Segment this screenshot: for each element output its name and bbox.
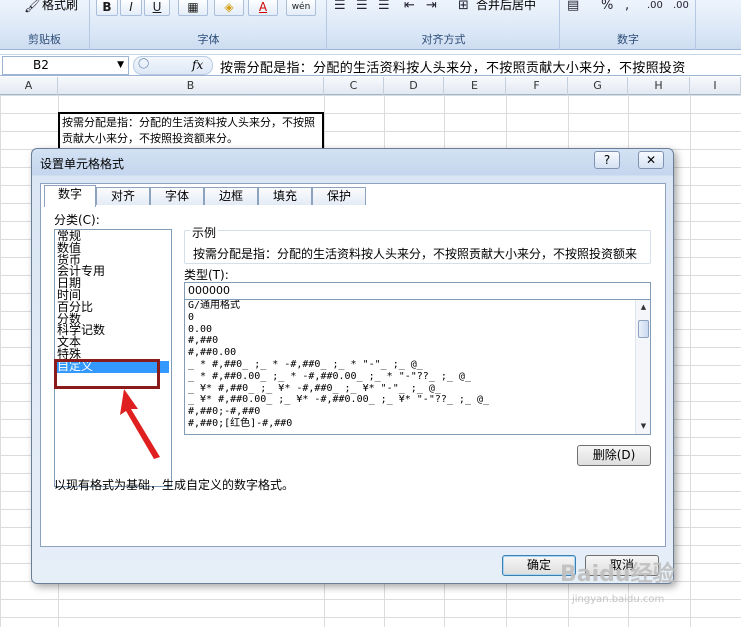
format-item[interactable]: #,##0;[红色]-#,##0: [185, 418, 650, 430]
column-header-c[interactable]: C: [324, 77, 384, 95]
scroll-thumb[interactable]: [638, 320, 649, 338]
bold-button[interactable]: B: [96, 0, 118, 16]
format-item[interactable]: 0: [185, 312, 650, 324]
cell-b2[interactable]: 按需分配是指：分配的生活资料按人头来分，不按照贡献大小来分，不按照投资额来分。: [58, 112, 324, 150]
clipboard-group: 🖌 格式刷 剪贴板: [0, 0, 90, 50]
format-cells-dialog: 设置单元格格式 ? ✕ 数字 对齐 字体 边框 填充 保护 分类(C): 常规 …: [31, 148, 674, 584]
name-box[interactable]: B2 ▼: [2, 56, 129, 75]
decrease-indent-icon[interactable]: ⇤: [404, 0, 415, 15]
tab-protection[interactable]: 保护: [312, 187, 366, 205]
font-group: B I U ▦ ◈ A wén 字体: [91, 0, 327, 50]
increase-indent-icon[interactable]: ⇥: [426, 0, 437, 15]
format-item[interactable]: #,##0: [185, 335, 650, 347]
currency-icon[interactable]: ▤: [567, 0, 579, 15]
close-icon: ✕: [645, 153, 657, 167]
tab-fill[interactable]: 填充: [258, 187, 312, 205]
scroll-down-icon[interactable]: ▼: [637, 420, 650, 433]
percent-button[interactable]: %: [601, 0, 613, 15]
align-left-icon[interactable]: ☰: [334, 0, 346, 15]
type-label: 类型(T):: [184, 268, 229, 282]
phonetic-icon: wén: [291, 2, 311, 12]
column-header-g[interactable]: G: [568, 77, 628, 95]
column-header-a[interactable]: A: [0, 77, 58, 95]
tab-number[interactable]: 数字: [44, 185, 96, 207]
scroll-up-icon[interactable]: ▲: [637, 301, 650, 314]
column-header-h[interactable]: H: [628, 77, 690, 95]
italic-button[interactable]: I: [120, 0, 142, 16]
decrease-decimal-button[interactable]: .00: [673, 0, 689, 15]
type-input[interactable]: 000000: [184, 282, 651, 300]
description-text: 以现有格式为基础，生成自定义的数字格式。: [54, 478, 295, 492]
column-header-e[interactable]: E: [444, 77, 506, 95]
format-code-list[interactable]: G/通用格式 0 0.00 #,##0 #,##0.00 _ * #,##0_ …: [184, 299, 651, 435]
formula-controls: ◯ fx: [133, 56, 213, 75]
column-header-b[interactable]: B: [58, 77, 324, 95]
merge-center-button[interactable]: 合并后居中: [476, 0, 536, 12]
borders-icon: ▦: [187, 0, 199, 14]
align-center-icon[interactable]: ☰: [356, 0, 368, 15]
watermark-brand: Baidu经验: [560, 562, 675, 587]
close-button[interactable]: ✕: [638, 151, 664, 169]
format-item[interactable]: #,##0;-#,##0: [185, 406, 650, 418]
tab-font[interactable]: 字体: [150, 187, 204, 205]
watermark: Baidu经验 jingyan.baidu.com: [560, 556, 720, 616]
tab-alignment[interactable]: 对齐: [96, 187, 150, 205]
column-header-i[interactable]: I: [690, 77, 741, 95]
category-label: 分类(C):: [54, 213, 100, 227]
column-headers: A B C D E F G H I: [0, 77, 741, 95]
column-header-f[interactable]: F: [506, 77, 568, 95]
format-item[interactable]: _ * #,##0_ ;_ * -#,##0_ ;_ * "-"_ ;_ @_: [185, 359, 650, 371]
increase-decimal-button[interactable]: .00: [647, 0, 663, 15]
sample-text: 按需分配是指：分配的生活资料按人头来分，不按照贡献大小来分，不按照投资额来: [193, 247, 638, 261]
merge-center-icon: ⊞: [458, 0, 469, 13]
help-icon: ?: [603, 153, 611, 167]
splitter-icon[interactable]: ◯: [138, 58, 149, 69]
delete-button[interactable]: 删除(D): [577, 445, 651, 466]
fill-color-button[interactable]: ◈: [214, 0, 244, 16]
format-item[interactable]: G/通用格式: [185, 300, 650, 312]
sample-legend: 示例: [190, 224, 219, 241]
format-item[interactable]: #,##0.00: [185, 347, 650, 359]
annotation-highlight-box: [54, 359, 160, 389]
format-painter-icon: 🖌: [24, 0, 41, 14]
clipboard-group-label: 剪贴板: [28, 33, 61, 46]
comma-button[interactable]: ,: [625, 0, 629, 15]
tab-border[interactable]: 边框: [204, 187, 258, 205]
format-painter-button[interactable]: 格式刷: [42, 0, 78, 12]
insert-function-button[interactable]: fx: [192, 58, 203, 72]
borders-button[interactable]: ▦: [178, 0, 208, 16]
alignment-group-label: 对齐方式: [421, 33, 466, 46]
chevron-down-icon[interactable]: ▼: [117, 57, 124, 74]
format-item[interactable]: _ ¥* #,##0_ ;_ ¥* -#,##0_ ;_ ¥* "-"_ ;_ …: [185, 383, 650, 395]
font-group-label: 字体: [197, 33, 220, 46]
phonetic-button[interactable]: wén: [286, 0, 316, 16]
column-header-d[interactable]: D: [384, 77, 444, 95]
format-item[interactable]: 0.00: [185, 324, 650, 336]
ribbon: 🖌 格式刷 剪贴板 B I U ▦ ◈ A wén 字体 ☰ ☰ ☰ ⇤ ⇥ ⊞…: [0, 0, 741, 50]
align-right-icon[interactable]: ☰: [378, 0, 390, 15]
annotation-arrow-icon: [120, 389, 160, 459]
watermark-url: jingyan.baidu.com: [572, 594, 665, 605]
underline-button[interactable]: U: [144, 0, 170, 16]
fill-color-icon: ◈: [224, 0, 234, 14]
font-color-button[interactable]: A: [248, 0, 278, 16]
formula-input[interactable]: 按需分配是指：分配的生活资料按人头来分，不按照贡献大小来分，不按照投资: [220, 57, 686, 76]
name-box-value: B2: [33, 58, 49, 72]
format-list-scrollbar[interactable]: ▲ ▼: [635, 300, 650, 434]
format-item[interactable]: _ ¥* #,##0.00_ ;_ ¥* -#,##0.00_ ;_ ¥* "-…: [185, 394, 650, 406]
alignment-group: ☰ ☰ ☰ ⇤ ⇥ ⊞ 合并后居中 对齐方式: [328, 0, 560, 50]
format-item[interactable]: _ * #,##0.00_ ;_ * -#,##0.00_ ;_ * "-"??…: [185, 371, 650, 383]
dialog-title: 设置单元格格式: [40, 157, 125, 171]
number-group: ▤ % , .00 .00 数字: [561, 0, 696, 50]
font-color-icon: A: [258, 0, 268, 14]
formula-bar: B2 ▼ ◯ fx 按需分配是指：分配的生活资料按人头来分，不按照贡献大小来分，…: [0, 54, 741, 76]
number-group-label: 数字: [617, 33, 639, 46]
help-button[interactable]: ?: [594, 151, 620, 169]
